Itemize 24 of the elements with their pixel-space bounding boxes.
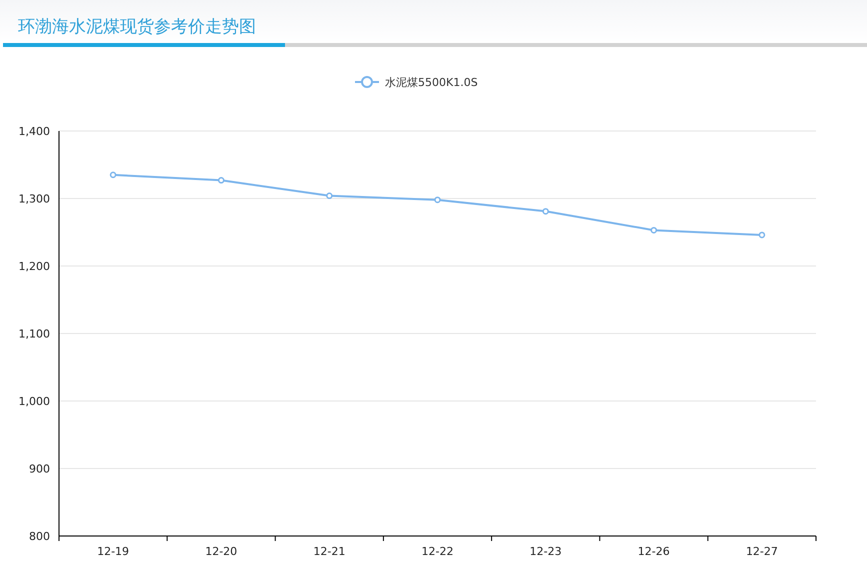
- data-point: [758, 232, 766, 238]
- chart-title: 环渤海水泥煤现货参考价走势图: [18, 16, 256, 38]
- data-point: [434, 196, 441, 204]
- data-point: [650, 226, 658, 234]
- y-tick-label: 900: [29, 462, 50, 476]
- y-tick-label: 1,400: [18, 125, 50, 138]
- x-tick-label: 12-23: [530, 545, 562, 558]
- x-tick-label: 12-19: [97, 545, 130, 558]
- y-tick-label: 1,300: [18, 192, 50, 206]
- y-tick-label: 1,000: [18, 395, 50, 408]
- data-point: [326, 192, 333, 200]
- data-point: [110, 172, 116, 178]
- data-point: [542, 208, 549, 215]
- x-tick-label: 12-20: [205, 545, 238, 558]
- x-tick-label: 12-22: [422, 545, 454, 558]
- y-tick-label: 1,200: [18, 260, 50, 273]
- x-tick-label: 12-26: [638, 545, 670, 558]
- legend-marker-icon[interactable]: [355, 76, 379, 88]
- x-tick-label: 12-21: [313, 545, 346, 558]
- y-tick-label: 1,100: [18, 328, 50, 340]
- legend-label[interactable]: 水泥煤5500K1.0S: [385, 76, 478, 89]
- x-tick-label: 12-27: [746, 545, 778, 558]
- data-point: [218, 177, 224, 184]
- y-tick-label: 800: [29, 530, 50, 543]
